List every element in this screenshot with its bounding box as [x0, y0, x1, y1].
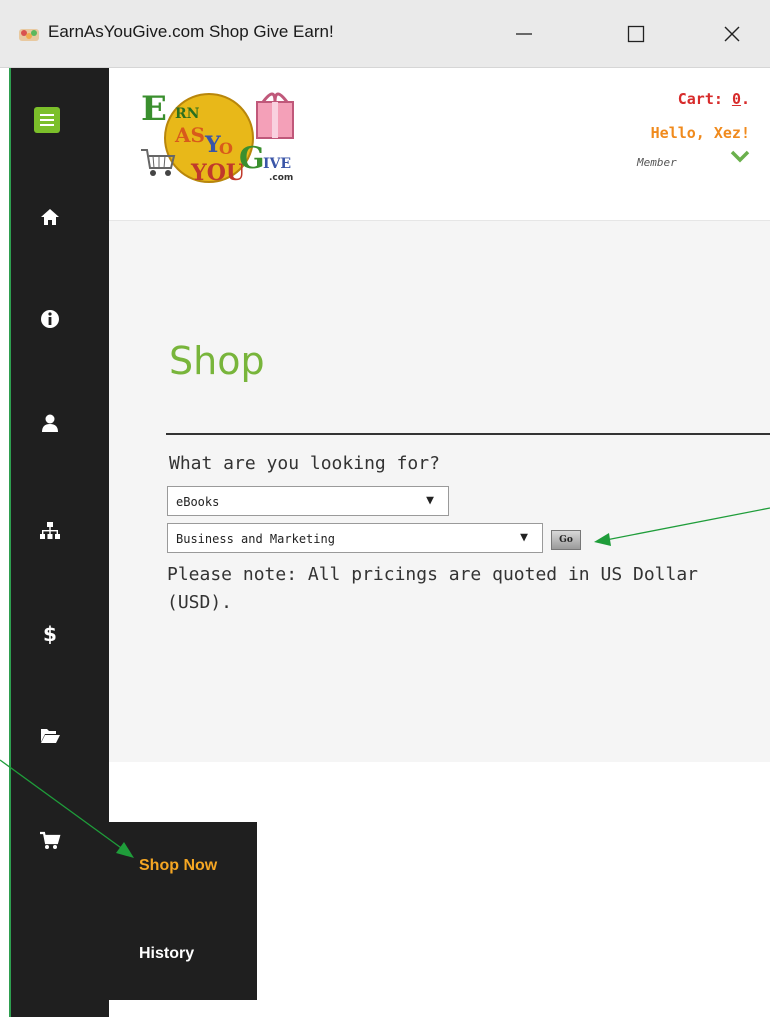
subcategory-select-value: Business and Marketing [176, 532, 335, 546]
minimize-icon [516, 33, 532, 35]
user-role: Member [637, 156, 677, 169]
chevron-down-icon[interactable] [729, 148, 751, 164]
app-icon [19, 29, 39, 41]
cart-count[interactable]: 0 [732, 90, 741, 108]
svg-text:.com: .com [269, 173, 293, 183]
cart-summary[interactable]: Cart: 0. [678, 90, 750, 108]
go-button[interactable]: Go [551, 530, 581, 550]
svg-text:AS: AS [174, 123, 205, 147]
svg-text:O: O [219, 139, 233, 158]
svg-text:G: G [239, 141, 265, 176]
dropdown-arrow-icon: ▼ [426, 493, 434, 508]
cart-icon[interactable] [39, 830, 61, 852]
search-prompt: What are you looking for? [169, 453, 440, 474]
close-icon [724, 26, 740, 42]
hamburger-menu-button[interactable] [34, 107, 60, 133]
maximize-button[interactable] [618, 18, 654, 50]
close-button[interactable] [714, 18, 750, 50]
cart-suffix: . [740, 90, 750, 108]
user-icon[interactable] [39, 412, 61, 434]
cart-submenu: Shop Now History [109, 822, 257, 1000]
sitemap-icon[interactable] [39, 520, 61, 542]
cart-label: Cart: [677, 90, 732, 108]
window-title: EarnAsYouGive.com Shop Give Earn! [48, 22, 334, 41]
window-titlebar: EarnAsYouGive.com Shop Give Earn! [0, 0, 770, 68]
sidebar: $ [11, 68, 109, 1017]
dropdown-arrow-icon: ▼ [520, 530, 528, 545]
home-icon[interactable] [39, 206, 61, 228]
svg-text:$: $ [43, 622, 57, 644]
svg-text:E: E [141, 89, 167, 129]
svg-text:IVE: IVE [263, 156, 291, 172]
svg-text:RN: RN [175, 106, 200, 122]
category-select-value: eBooks [176, 495, 220, 509]
folder-open-icon[interactable] [39, 724, 61, 746]
minimize-button[interactable] [506, 18, 542, 50]
info-icon[interactable] [39, 308, 61, 330]
svg-text:YOU: YOU [190, 160, 245, 186]
submenu-item-shop-now[interactable]: Shop Now [139, 857, 217, 875]
maximize-icon [627, 25, 645, 43]
site-logo[interactable]: E RN AS Y O YOU G IVE .com [139, 80, 319, 190]
subcategory-select[interactable]: Business and Marketing ▼ [167, 523, 543, 553]
shop-content: Shop What are you looking for? eBooks ▼ … [109, 221, 770, 762]
category-select[interactable]: eBooks ▼ [167, 486, 449, 516]
title-divider [166, 433, 770, 435]
dollar-icon[interactable]: $ [39, 622, 61, 644]
submenu-item-history[interactable]: History [139, 945, 194, 963]
page-title: Shop [169, 339, 265, 383]
user-greeting[interactable]: Hello, Xez! [651, 124, 750, 142]
pricing-note: Please note: All pricings are quoted in … [167, 564, 699, 613]
site-header: E RN AS Y O YOU G IVE .com Cart: 0. Hell… [109, 68, 770, 221]
